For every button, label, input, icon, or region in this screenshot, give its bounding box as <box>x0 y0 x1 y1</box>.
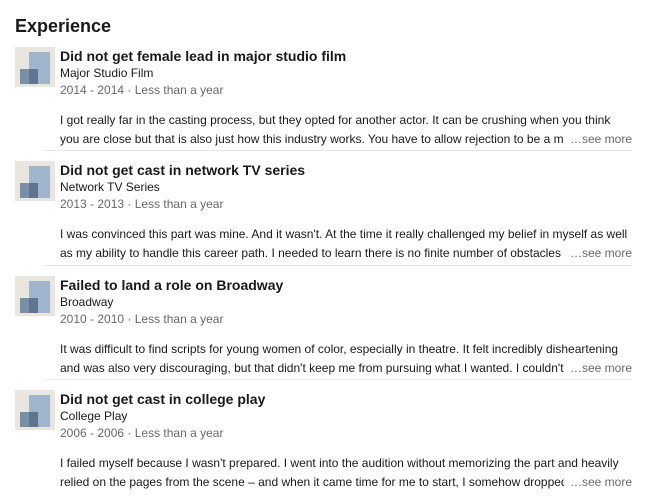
company-logo-icon[interactable] <box>15 161 55 201</box>
divider <box>45 150 632 151</box>
see-more-button[interactable]: …see more <box>563 473 632 492</box>
experience-info: Did not get female lead in major studio … <box>60 47 632 149</box>
experience-description-text: I failed myself because I wasn't prepare… <box>60 456 619 489</box>
company-logo-icon[interactable] <box>15 47 55 87</box>
see-more-label: see more <box>581 475 632 489</box>
experience-company: College Play <box>60 409 128 423</box>
experience-title[interactable]: Did not get female lead in major studio … <box>60 47 632 65</box>
experience-description-text: I was convinced this part was mine. And … <box>60 227 628 260</box>
experience-description-text: I got really far in the casting process,… <box>60 113 611 146</box>
experience-description: I was convinced this part was mine. And … <box>60 225 632 263</box>
experience-dates: 2006 - 2006 · Less than a year <box>60 426 224 440</box>
experience-company: Major Studio Film <box>60 66 154 80</box>
experience-info: Failed to land a role on Broadway Broadw… <box>60 276 632 378</box>
experience-company: Network TV Series <box>60 180 160 194</box>
experience-description: It was difficult to find scripts for you… <box>60 340 632 378</box>
experience-description: I got really far in the casting process,… <box>60 111 632 149</box>
see-more-button[interactable]: …see more <box>563 359 632 378</box>
experience-section: Experience Did not get female lead in ma… <box>0 0 650 501</box>
experience-dates: 2013 - 2013 · Less than a year <box>60 197 224 211</box>
experience-title[interactable]: Did not get cast in network TV series <box>60 161 632 179</box>
experience-title[interactable]: Failed to land a role on Broadway <box>60 276 632 294</box>
see-more-button[interactable]: …see more <box>563 130 632 149</box>
see-more-label: see more <box>581 361 632 375</box>
divider <box>45 379 632 380</box>
experience-dates: 2010 - 2010 · Less than a year <box>60 312 224 326</box>
experience-title[interactable]: Did not get cast in college play <box>60 390 632 408</box>
see-more-button[interactable]: …see more <box>563 244 632 263</box>
divider <box>45 265 632 266</box>
experience-info: Did not get cast in network TV series Ne… <box>60 161 632 263</box>
see-more-label: see more <box>581 132 632 146</box>
experience-description: I failed myself because I wasn't prepare… <box>60 454 632 492</box>
experience-description-text: It was difficult to find scripts for you… <box>60 342 619 375</box>
experience-info: Did not get cast in college play College… <box>60 390 632 492</box>
section-title: Experience <box>15 16 112 36</box>
experience-company: Broadway <box>60 295 114 309</box>
company-logo-icon[interactable] <box>15 276 55 316</box>
company-logo-icon[interactable] <box>15 390 55 430</box>
experience-dates: 2014 - 2014 · Less than a year <box>60 83 224 97</box>
see-more-label: see more <box>581 246 632 260</box>
